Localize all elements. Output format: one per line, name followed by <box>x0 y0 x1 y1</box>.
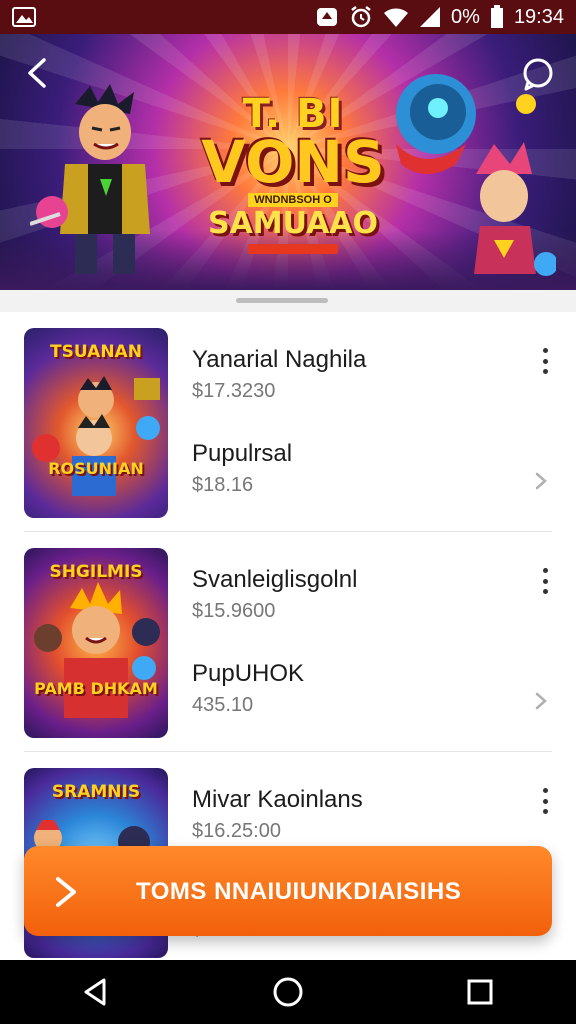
item-price: $16.25:00 <box>192 820 281 842</box>
hero-banner: T. BI VONS WNDNBSOH O SAMUAAO <box>0 34 576 290</box>
item-price: $17.3230 <box>192 380 276 402</box>
item-subprice: $18.16 <box>192 474 254 496</box>
nav-recents-button[interactable] <box>460 972 500 1012</box>
clock: 19:34 <box>513 5 564 28</box>
primary-action-button[interactable]: TOMS NNAIUIUNKDIAISIHS <box>24 846 552 936</box>
chevron-right-icon[interactable] <box>534 692 548 710</box>
nav-back-button[interactable] <box>76 972 116 1012</box>
item-title: Mivar Kaoinlans <box>192 786 363 813</box>
list-item[interactable]: TSUANAN ROSUNIAN Yanarial Naghila $17.32… <box>24 312 552 532</box>
item-subprice: 435.10 <box>192 694 254 716</box>
hero-game-logo: T. BI VONS WNDNBSOH O SAMUAAO <box>188 94 398 254</box>
hero-logo-line3: WNDNBSOH O <box>248 193 338 207</box>
system-nav-bar <box>0 960 576 1024</box>
item-thumbnail: TSUANAN ROSUNIAN <box>24 328 168 518</box>
more-options-icon[interactable] <box>538 348 552 374</box>
battery-icon <box>490 5 504 29</box>
back-arrow-icon[interactable] <box>22 56 56 90</box>
hero-character-right <box>396 74 556 276</box>
alarm-icon <box>349 5 373 29</box>
nav-home-button[interactable] <box>268 972 308 1012</box>
more-options-icon[interactable] <box>538 568 552 594</box>
triangle-back-icon <box>84 978 106 1006</box>
hero-logo-line4: SAMUAAO <box>207 206 379 241</box>
app-notification-icon <box>315 6 339 28</box>
drag-handle[interactable] <box>236 298 328 303</box>
thumbnail-subtitle: ROSUNIAN <box>48 459 144 478</box>
item-price: $15.9600 <box>192 600 276 622</box>
thumbnail-title: SRAMNIS <box>51 782 141 802</box>
more-options-icon[interactable] <box>538 788 552 814</box>
wifi-icon <box>383 6 409 28</box>
notification-icon <box>12 7 36 27</box>
status-bar: 0% 19:34 <box>0 0 576 34</box>
thumbnail-subtitle: PAMB DHKAM <box>34 679 158 698</box>
chevron-right-icon <box>56 877 76 907</box>
item-title: Svanleiglisgolnl <box>192 566 358 593</box>
circle-home-icon <box>273 977 303 1007</box>
square-recents-icon <box>467 979 493 1005</box>
chevron-right-icon[interactable] <box>534 472 548 490</box>
hero-logo-ribbon <box>248 244 338 254</box>
thumbnail-title: SHGILMIS <box>49 562 143 582</box>
battery-percent: 0% <box>451 5 480 28</box>
primary-action-label: TOMS NNAIUIUNKDIAISIHS <box>136 878 462 905</box>
sheet-handle-area <box>0 290 576 312</box>
item-subtitle: Pupulrsal <box>192 440 293 467</box>
hero-character-left <box>30 84 150 274</box>
signal-icon <box>419 6 441 28</box>
list-item[interactable]: SHGILMIS PAMB DHKAM Svanleiglisgolnl $15… <box>24 532 552 752</box>
item-subtitle: PupUHOK <box>192 660 305 687</box>
thumbnail-title: TSUANAN <box>50 342 142 362</box>
item-thumbnail: SHGILMIS PAMB DHKAM <box>24 548 168 738</box>
chat-bubble-icon[interactable] <box>520 56 556 92</box>
hero-logo-line2: VONS <box>201 128 385 196</box>
item-title: Yanarial Naghila <box>192 346 367 373</box>
